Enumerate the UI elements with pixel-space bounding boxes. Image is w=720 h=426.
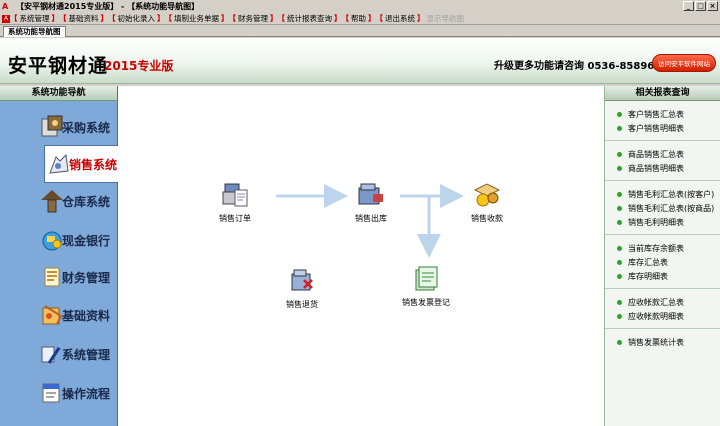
- menu-basic-data[interactable]: 基础资料: [67, 13, 101, 24]
- menu-system-admin[interactable]: 系统管理: [18, 13, 52, 24]
- upgrade-contact: 升级更多功能请咨询 0536-8589685: [494, 61, 669, 72]
- nav-item-label: 系统管理: [62, 347, 111, 362]
- sales-flow-canvas: 销售订单 销售出库 销售收款 销售退货 销售发票登记: [118, 86, 604, 426]
- report-link[interactable]: 商品销售明细表: [605, 161, 720, 175]
- bullet-icon: [617, 205, 622, 211]
- bullet-icon: [617, 259, 622, 265]
- bullet-icon: [617, 111, 622, 117]
- visit-website-button[interactable]: 访问安平软件网站: [652, 54, 716, 72]
- sales-receipt-icon: [470, 178, 504, 212]
- sales-order-icon: [218, 178, 252, 212]
- nav-item-label: 仓库系统: [62, 194, 111, 209]
- sales-return-icon: [285, 264, 319, 298]
- report-group: 销售发票统计表: [605, 329, 720, 354]
- sales-outbound-label: 销售出库: [355, 214, 387, 223]
- nav-item-cash-bank[interactable]: 现金银行: [0, 221, 118, 259]
- report-link[interactable]: 库存明细表: [605, 269, 720, 283]
- flow-node-sales-outbound[interactable]: 销售出库: [354, 178, 388, 224]
- nav-item-system-admin[interactable]: 系统管理: [0, 335, 118, 373]
- left-nav-title: 系统功能导航: [0, 86, 117, 101]
- tab-navigation-map[interactable]: 系统功能导航图: [3, 26, 66, 37]
- menu-bar: A 【系统管理】 【基础资料】 【初始化录入】 【填制业务单据】 【财务管理】 …: [0, 13, 720, 25]
- flow-node-sales-invoice[interactable]: 销售发票登记: [402, 262, 450, 308]
- bullet-icon: [617, 151, 622, 157]
- sales-outbound-icon: [354, 178, 388, 212]
- flow-node-sales-return[interactable]: 销售退货: [285, 264, 319, 310]
- bullet-icon: [617, 273, 622, 279]
- flow-arrows: [276, 184, 464, 258]
- bullet-icon: [617, 191, 622, 197]
- menu-exit[interactable]: 退出系统: [383, 13, 417, 24]
- report-panel-title: 相关报表查询: [605, 86, 720, 101]
- bullet-icon: [617, 245, 622, 251]
- report-link[interactable]: 库存汇总表: [605, 255, 720, 269]
- nav-item-purchase[interactable]: 采购系统: [0, 108, 118, 146]
- report-link[interactable]: 销售毛利汇总表(按商品): [605, 201, 720, 215]
- report-group: 当前库存余额表 库存汇总表 库存明细表: [605, 235, 720, 289]
- window-title: 【安平钢材通2015专业版】 - 【系统功能导航图】: [16, 2, 200, 11]
- bullet-icon: [617, 219, 622, 225]
- nav-item-label: 基础资料: [62, 308, 111, 323]
- sales-invoice-label: 销售发票登记: [402, 298, 450, 307]
- header-banner: 安平钢材通 2015专业版 升级更多功能请咨询 0536-8589685 访问安…: [0, 38, 720, 84]
- title-bar: A 【安平钢材通2015专业版】 - 【系统功能导航图】 _ □ ×: [0, 0, 720, 13]
- bullet-icon: [617, 299, 622, 305]
- sales-invoice-icon: [409, 262, 443, 296]
- report-link[interactable]: 销售毛利汇总表(按客户): [605, 187, 720, 201]
- left-navigation: 系统功能导航 采购系统 销售系统 仓库系统 现金银行 财务管理 基础资料 系统管…: [0, 86, 118, 426]
- minimize-button[interactable]: _: [683, 1, 694, 11]
- menu-initial-entry[interactable]: 初始化录入: [116, 13, 158, 24]
- nav-item-basic-data[interactable]: 基础资料: [0, 296, 118, 334]
- sales-receipt-label: 销售收款: [471, 214, 503, 223]
- close-button[interactable]: ×: [707, 1, 718, 11]
- nav-item-label: 现金银行: [62, 233, 111, 248]
- bullet-icon: [617, 313, 622, 319]
- report-group: 商品销售汇总表 商品销售明细表: [605, 141, 720, 181]
- app-icon: A: [2, 1, 9, 11]
- menu-app-icon: A: [2, 14, 10, 23]
- nav-item-workflow[interactable]: 操作流程: [0, 374, 118, 412]
- menu-reports[interactable]: 统计报表查询: [285, 13, 334, 24]
- maximize-button[interactable]: □: [695, 1, 706, 11]
- tab-bar: 系统功能导航图: [0, 25, 720, 37]
- flow-node-sales-receipt[interactable]: 销售收款: [470, 178, 504, 224]
- report-link[interactable]: 当前库存余额表: [605, 241, 720, 255]
- nav-item-label: 财务管理: [62, 270, 111, 285]
- bullet-icon: [617, 339, 622, 345]
- nav-item-sales[interactable]: 销售系统: [44, 145, 118, 183]
- menu-finance[interactable]: 财务管理: [236, 13, 270, 24]
- menu-show-navigation[interactable]: 显示导航图: [425, 13, 467, 24]
- report-link[interactable]: 客户销售汇总表: [605, 107, 720, 121]
- nav-item-finance[interactable]: 财务管理: [0, 258, 118, 296]
- brand-title: 安平钢材通: [8, 55, 109, 77]
- report-link[interactable]: 销售毛利明细表: [605, 215, 720, 229]
- nav-item-label: 采购系统: [62, 120, 111, 135]
- report-group: 客户销售汇总表 客户销售明细表: [605, 101, 720, 141]
- nav-item-label: 销售系统: [69, 157, 118, 172]
- nav-item-warehouse[interactable]: 仓库系统: [0, 182, 118, 220]
- report-group: 销售毛利汇总表(按客户) 销售毛利汇总表(按商品) 销售毛利明细表: [605, 181, 720, 235]
- report-link[interactable]: 销售发票统计表: [605, 335, 720, 349]
- sales-order-label: 销售订单: [219, 214, 251, 223]
- brand-edition: 2015专业版: [104, 59, 174, 73]
- bullet-icon: [617, 125, 622, 131]
- report-group: 应收帐款汇总表 应收帐款明细表: [605, 289, 720, 329]
- sales-return-label: 销售退货: [286, 300, 318, 309]
- flow-node-sales-order[interactable]: 销售订单: [218, 178, 252, 224]
- report-link[interactable]: 应收帐款汇总表: [605, 295, 720, 309]
- report-panel: 相关报表查询 客户销售汇总表 客户销售明细表 商品销售汇总表 商品销售明细表 销…: [604, 86, 720, 426]
- bullet-icon: [617, 165, 622, 171]
- report-link[interactable]: 应收帐款明细表: [605, 309, 720, 323]
- menu-help[interactable]: 帮助: [349, 13, 368, 24]
- menu-business-documents[interactable]: 填制业务单据: [172, 13, 221, 24]
- report-link[interactable]: 客户销售明细表: [605, 121, 720, 135]
- report-link[interactable]: 商品销售汇总表: [605, 147, 720, 161]
- nav-item-label: 操作流程: [62, 386, 111, 401]
